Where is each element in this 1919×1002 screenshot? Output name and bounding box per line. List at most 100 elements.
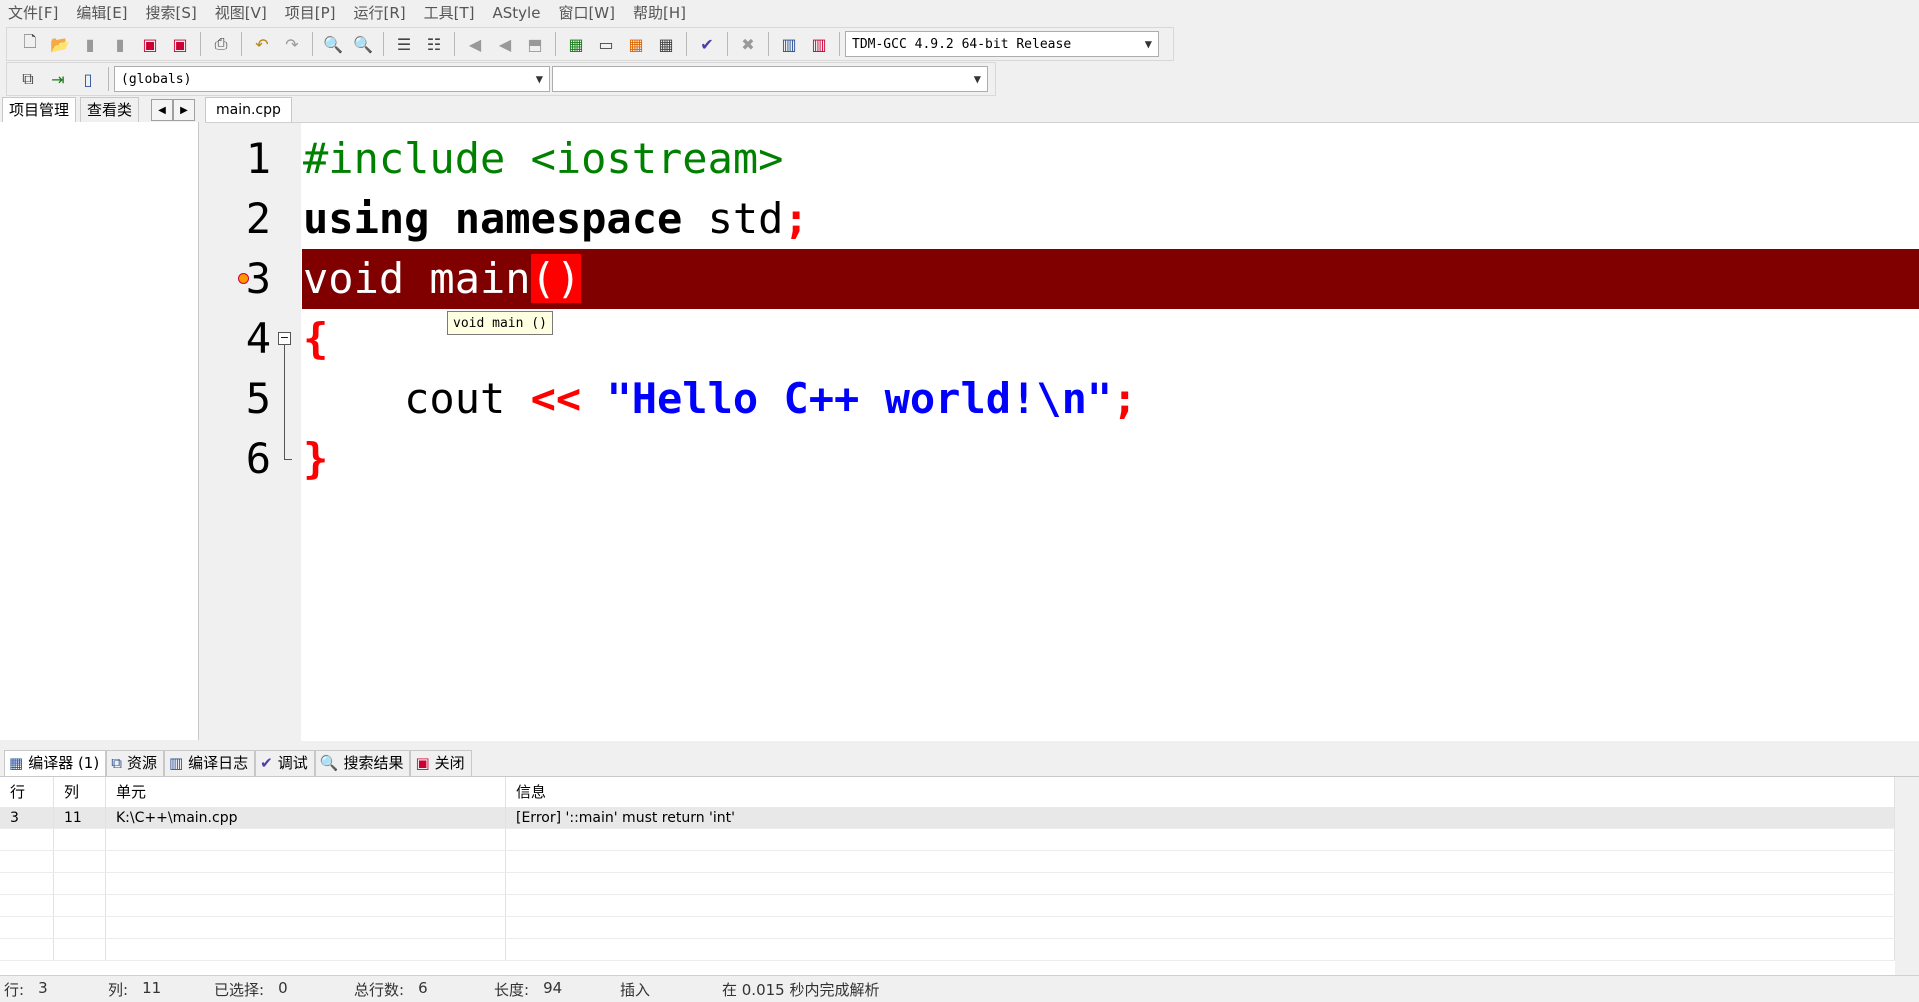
tab-label: 编译器 (1) bbox=[28, 754, 100, 772]
vertical-scrollbar[interactable] bbox=[1895, 777, 1919, 976]
line-number: 5 bbox=[245, 374, 271, 423]
compiler-select-value: TDM-GCC 4.9.2 64-bit Release bbox=[852, 36, 1072, 52]
new-project-icon[interactable]: ⧉ bbox=[15, 66, 41, 92]
save-all-icon[interactable]: ▮ bbox=[107, 31, 133, 57]
unindent-icon[interactable]: ☷ bbox=[421, 31, 447, 57]
separator bbox=[383, 32, 384, 56]
row-line: 3 bbox=[0, 807, 54, 828]
identifier: std bbox=[682, 194, 784, 243]
compiler-select[interactable]: TDM-GCC 4.9.2 64-bit Release ▼ bbox=[845, 31, 1159, 57]
tab-scroll-left-icon[interactable]: ◀ bbox=[151, 99, 174, 121]
code-line-6: } bbox=[303, 434, 329, 483]
redo-icon[interactable]: ↷ bbox=[279, 31, 305, 57]
debug-check-icon[interactable]: ✔ bbox=[694, 31, 720, 57]
menu-window[interactable]: 窗口[W] bbox=[549, 0, 624, 26]
profile-chart-icon[interactable]: ▥ bbox=[776, 31, 802, 57]
tab-resources[interactable]: ⧉ 资源 bbox=[106, 750, 164, 776]
status-bar: 行: 3 列: 11 已选择: 0 总行数: 6 长度: 94 插入 在 0.015 秒内… bbox=[0, 975, 1919, 1002]
tab-scroll-right-icon[interactable]: ▶ bbox=[173, 99, 196, 121]
find-icon[interactable]: 🔍 bbox=[320, 31, 346, 57]
scope-select[interactable]: (globals) ▼ bbox=[114, 66, 550, 92]
code-editor[interactable]: 1 2 3 4 5 6 − #include <iostream> using … bbox=[205, 122, 1919, 741]
fold-collapse-icon[interactable]: − bbox=[278, 332, 291, 345]
project-options-icon[interactable]: ▯ bbox=[75, 66, 101, 92]
compile-run-icon[interactable]: ▦ bbox=[623, 31, 649, 57]
header-message[interactable]: 信息 bbox=[506, 777, 1895, 807]
status-len-value: 94 bbox=[543, 978, 563, 997]
separator bbox=[454, 32, 455, 56]
menu-view[interactable]: 视图[V] bbox=[206, 0, 276, 26]
bookmark-prev-icon[interactable]: ◀ bbox=[462, 31, 488, 57]
status-length: 长度: 94 bbox=[490, 979, 616, 1000]
add-to-project-icon[interactable]: ⇥ bbox=[45, 66, 71, 92]
status-col: 列: 11 bbox=[104, 979, 210, 1000]
tab-project-manager[interactable]: 项目管理 bbox=[2, 97, 77, 122]
menu-file[interactable]: 文件[F] bbox=[0, 0, 67, 26]
code-line-5: cout << "Hello C++ world!\n"; bbox=[303, 369, 1137, 429]
menu-project[interactable]: 项目[P] bbox=[276, 0, 345, 26]
scope-select-value: (globals) bbox=[121, 71, 192, 87]
line-number: 4 bbox=[245, 314, 271, 363]
compile-icon[interactable]: ▦ bbox=[563, 31, 589, 57]
rebuild-icon[interactable]: ▦ bbox=[653, 31, 679, 57]
header-unit[interactable]: 单元 bbox=[106, 777, 506, 807]
tab-class-browser[interactable]: 查看类 bbox=[80, 97, 140, 122]
menu-astyle[interactable]: AStyle bbox=[484, 0, 550, 26]
row-column: 11 bbox=[54, 807, 106, 828]
table-row[interactable]: 3 11 K:\C++\main.cpp [Error] '::main' mu… bbox=[0, 807, 1895, 829]
tab-debug[interactable]: ✔ 调试 bbox=[255, 750, 315, 776]
print-icon[interactable]: ⎙ bbox=[208, 31, 234, 57]
tab-compile-log[interactable]: ▥ 编译日志 bbox=[163, 750, 256, 776]
left-panel-tabs: 项目管理 查看类 ◀ ▶ bbox=[2, 97, 196, 122]
empty-row bbox=[0, 851, 1895, 873]
open-file-icon[interactable]: 📂 bbox=[47, 31, 73, 57]
menu-edit[interactable]: 编辑[E] bbox=[67, 0, 136, 26]
member-select[interactable]: ▼ bbox=[552, 66, 988, 92]
separator bbox=[312, 32, 313, 56]
tab-close[interactable]: ▣ 关闭 bbox=[410, 750, 472, 776]
new-file-icon[interactable]: 🗋 bbox=[17, 31, 43, 57]
undo-icon[interactable]: ↶ bbox=[249, 31, 275, 57]
operator: << bbox=[530, 374, 582, 423]
close-file-icon[interactable]: ▣ bbox=[137, 31, 163, 57]
status-total-label: 总行数: bbox=[354, 980, 405, 999]
status-sel-label: 已选择: bbox=[214, 980, 265, 999]
operator: ; bbox=[1112, 374, 1138, 423]
menu-search[interactable]: 搜索[S] bbox=[137, 0, 206, 26]
bookmark-toggle-icon[interactable]: ⬒ bbox=[522, 31, 548, 57]
tab-compiler[interactable]: ▦ 编译器 (1) bbox=[4, 750, 107, 776]
error-paren: () bbox=[530, 254, 582, 303]
menu-run[interactable]: 运行[R] bbox=[344, 0, 414, 26]
header-column[interactable]: 列 bbox=[54, 777, 106, 807]
tab-label: 关闭 bbox=[434, 754, 465, 772]
bookmark-next-icon[interactable]: ◀ bbox=[492, 31, 518, 57]
chevron-down-icon: ▼ bbox=[1144, 37, 1152, 51]
project-tree-panel[interactable] bbox=[0, 122, 199, 740]
menu-bar: 文件[F] 编辑[E] 搜索[S] 视图[V] 项目[P] 运行[R] 工具[T… bbox=[0, 0, 1919, 26]
stop-execution-icon[interactable]: ✖ bbox=[735, 31, 761, 57]
status-len-label: 长度: bbox=[494, 980, 530, 999]
status-insert-mode: 插入 bbox=[616, 979, 718, 1000]
identifier: cout bbox=[303, 374, 531, 423]
tab-main-cpp[interactable]: main.cpp bbox=[205, 97, 292, 123]
close-all-icon[interactable]: ▣ bbox=[167, 31, 193, 57]
tab-search-results[interactable]: 🔍 搜索结果 bbox=[314, 750, 411, 776]
indent-icon[interactable]: ☰ bbox=[391, 31, 417, 57]
status-total-lines: 总行数: 6 bbox=[350, 979, 490, 1000]
status-col-value: 11 bbox=[142, 978, 162, 997]
status-selected: 已选择: 0 bbox=[210, 979, 350, 1000]
bottom-panel-tabs: ▦ 编译器 (1) ⧉ 资源 ▥ 编译日志 ✔ 调试 🔍 搜索结果 ▣ 关闭 bbox=[0, 748, 1919, 776]
check-icon: ✔ bbox=[260, 754, 273, 772]
error-marker-icon[interactable] bbox=[238, 273, 249, 284]
fold-line bbox=[284, 345, 285, 459]
search-icon: 🔍 bbox=[319, 754, 339, 772]
chevron-down-icon: ▼ bbox=[973, 72, 981, 86]
menu-help[interactable]: 帮助[H] bbox=[624, 0, 695, 26]
replace-icon[interactable]: 🔍 bbox=[350, 31, 376, 57]
delete-profile-icon[interactable]: ▥ bbox=[806, 31, 832, 57]
run-icon[interactable]: ▭ bbox=[593, 31, 619, 57]
save-icon[interactable]: ▮ bbox=[77, 31, 103, 57]
header-line[interactable]: 行 bbox=[0, 777, 54, 807]
status-mode-value: 插入 bbox=[620, 980, 651, 999]
menu-tools[interactable]: 工具[T] bbox=[415, 0, 484, 26]
